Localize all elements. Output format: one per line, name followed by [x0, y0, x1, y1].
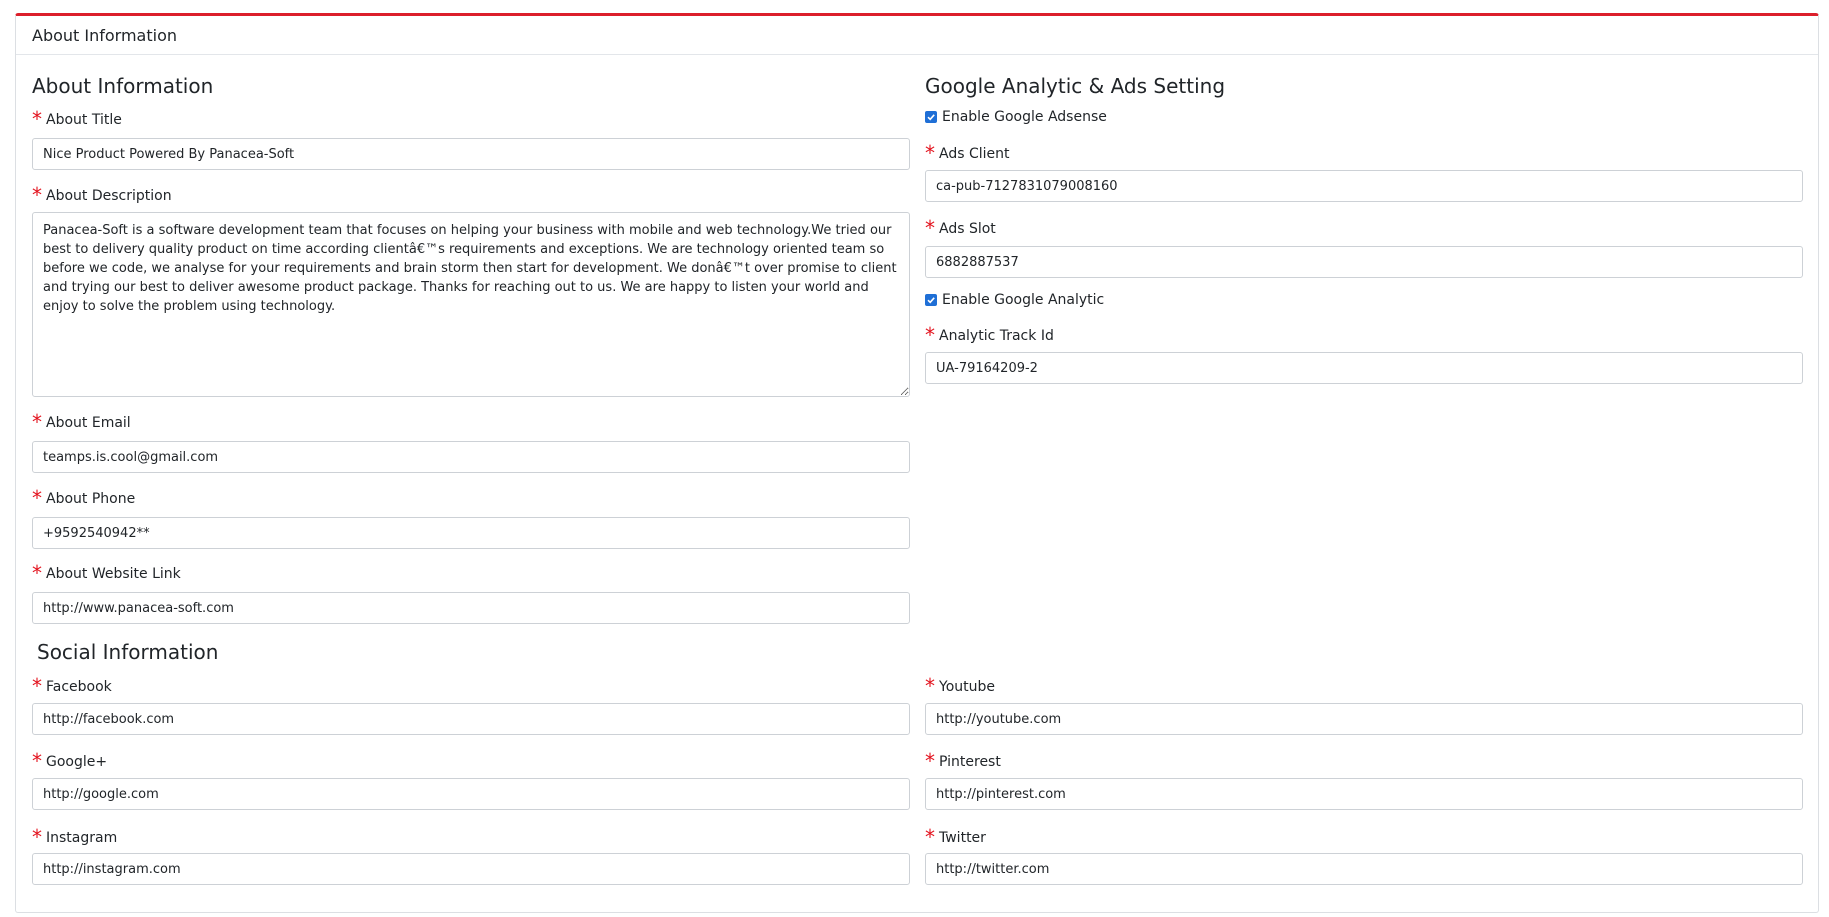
- required-marker: *: [32, 183, 42, 207]
- about-email-input[interactable]: [32, 441, 910, 473]
- facebook-label: * Facebook: [32, 674, 112, 698]
- required-marker: *: [32, 107, 42, 131]
- about-description-label: * About Description: [32, 183, 172, 207]
- twitter-label-text: Twitter: [939, 830, 986, 846]
- about-description-textarea[interactable]: Panacea-Soft is a software development t…: [32, 212, 910, 397]
- about-website-input[interactable]: [32, 592, 910, 624]
- youtube-input[interactable]: [925, 703, 1803, 735]
- google-section-title: Google Analytic & Ads Setting: [925, 74, 1226, 98]
- check-icon[interactable]: [925, 294, 937, 306]
- required-marker: *: [32, 410, 42, 434]
- instagram-label: * Instagram: [32, 825, 118, 849]
- about-title-label-text: About Title: [46, 112, 122, 128]
- ads-client-label-text: Ads Client: [939, 146, 1010, 162]
- youtube-label-text: Youtube: [939, 679, 995, 695]
- analytic-track-id-label: * Analytic Track Id: [925, 323, 1054, 347]
- required-marker: *: [925, 674, 935, 698]
- google-plus-label-text: Google+: [46, 754, 108, 770]
- pinterest-input[interactable]: [925, 778, 1803, 810]
- ads-client-label: * Ads Client: [925, 141, 1010, 165]
- required-marker: *: [32, 674, 42, 698]
- instagram-label-text: Instagram: [46, 830, 118, 846]
- enable-analytic-label: Enable Google Analytic: [942, 292, 1105, 308]
- social-section-title: Social Information: [37, 640, 219, 664]
- enable-adsense-label: Enable Google Adsense: [942, 109, 1107, 125]
- required-marker: *: [32, 561, 42, 585]
- required-marker: *: [925, 141, 935, 165]
- analytic-track-id-input[interactable]: [925, 352, 1803, 384]
- about-phone-label-text: About Phone: [46, 491, 136, 507]
- required-marker: *: [32, 825, 42, 849]
- twitter-input[interactable]: [925, 853, 1803, 885]
- enable-adsense-checkbox[interactable]: Enable Google Adsense: [925, 109, 1107, 125]
- facebook-label-text: Facebook: [46, 679, 112, 695]
- required-marker: *: [32, 486, 42, 510]
- required-marker: *: [925, 216, 935, 240]
- pinterest-label: * Pinterest: [925, 749, 1001, 773]
- about-title-input[interactable]: [32, 138, 910, 170]
- enable-analytic-checkbox[interactable]: Enable Google Analytic: [925, 292, 1104, 308]
- about-website-label: * About Website Link: [32, 561, 181, 585]
- pinterest-label-text: Pinterest: [939, 754, 1001, 770]
- ads-slot-label: * Ads Slot: [925, 216, 996, 240]
- facebook-input[interactable]: [32, 703, 910, 735]
- google-plus-label: * Google+: [32, 749, 108, 773]
- analytic-track-id-label-text: Analytic Track Id: [939, 328, 1054, 344]
- check-icon[interactable]: [925, 111, 937, 123]
- about-website-label-text: About Website Link: [46, 566, 181, 582]
- required-marker: *: [925, 825, 935, 849]
- required-marker: *: [32, 749, 42, 773]
- google-plus-input[interactable]: [32, 778, 910, 810]
- required-marker: *: [925, 323, 935, 347]
- ads-slot-input[interactable]: [925, 246, 1803, 278]
- about-section-title: About Information: [32, 74, 214, 98]
- instagram-input[interactable]: [32, 853, 910, 885]
- about-phone-label: * About Phone: [32, 486, 136, 510]
- card-header-title: About Information: [16, 16, 1818, 55]
- required-marker: *: [925, 749, 935, 773]
- about-title-label: * About Title: [32, 107, 122, 131]
- about-description-label-text: About Description: [46, 188, 172, 204]
- about-phone-input[interactable]: [32, 517, 910, 549]
- about-email-label: * About Email: [32, 410, 131, 434]
- ads-slot-label-text: Ads Slot: [939, 221, 996, 237]
- youtube-label: * Youtube: [925, 674, 995, 698]
- twitter-label: * Twitter: [925, 825, 986, 849]
- about-email-label-text: About Email: [46, 415, 131, 431]
- ads-client-input[interactable]: [925, 170, 1803, 202]
